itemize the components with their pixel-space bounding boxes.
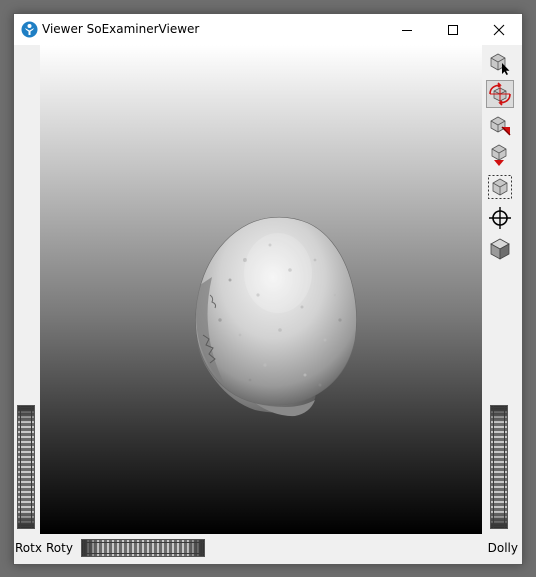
view-mode-button[interactable] xyxy=(486,80,514,108)
dolly-label: Dolly xyxy=(487,541,518,555)
rotate-cube-icon xyxy=(489,82,511,106)
minimize-icon xyxy=(402,30,412,31)
window-title: Viewer SoExaminerViewer xyxy=(42,22,200,36)
roty-thumbwheel[interactable] xyxy=(81,539,205,557)
view-all-icon xyxy=(488,175,512,199)
shaded-cube-icon xyxy=(490,238,510,260)
close-button[interactable] xyxy=(476,14,522,45)
maximize-button[interactable] xyxy=(430,14,476,45)
view-all-button[interactable] xyxy=(486,173,514,201)
rotx-thumbwheel[interactable] xyxy=(17,405,35,529)
viewer-window: Viewer SoExaminerViewer Rotx Roty Dolly xyxy=(13,13,523,565)
bottom-bar: Rotx Roty Dolly xyxy=(14,536,522,564)
dolly-thumbwheel[interactable] xyxy=(490,405,508,529)
home-button[interactable] xyxy=(486,111,514,139)
title-bar[interactable]: Viewer SoExaminerViewer xyxy=(14,14,522,45)
cube-arrow-icon xyxy=(490,53,510,75)
3d-viewport[interactable] xyxy=(40,45,482,534)
set-home-button[interactable] xyxy=(486,142,514,170)
cube-home-icon xyxy=(490,116,511,136)
maximize-icon xyxy=(448,25,458,35)
app-icon xyxy=(21,21,38,38)
close-icon xyxy=(493,24,505,36)
skull-model xyxy=(195,216,357,417)
rotx-label: Rotx xyxy=(15,541,42,555)
roty-label: Roty xyxy=(46,541,73,555)
minimize-button[interactable] xyxy=(384,14,430,45)
crosshair-icon xyxy=(489,207,511,229)
projection-button[interactable] xyxy=(486,235,514,263)
seek-button[interactable] xyxy=(486,204,514,232)
cube-down-icon xyxy=(491,144,507,166)
pick-mode-button[interactable] xyxy=(486,49,514,77)
